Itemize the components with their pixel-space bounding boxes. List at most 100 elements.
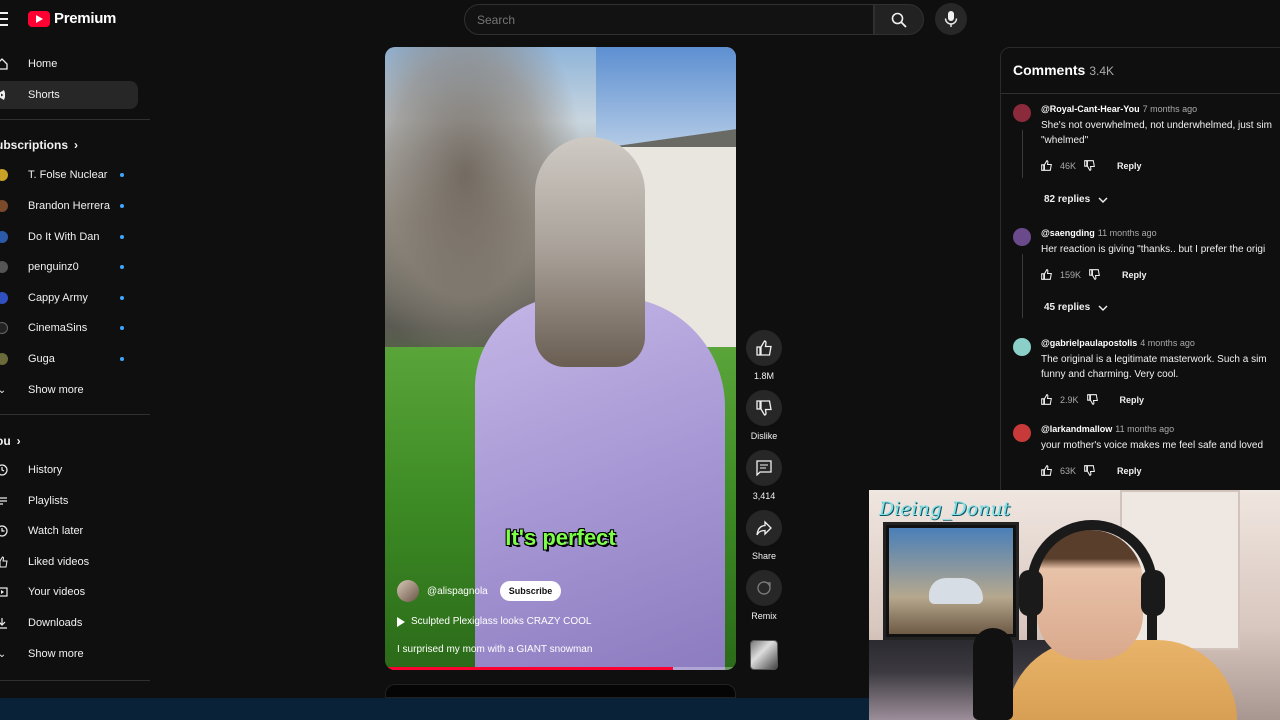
show-more-subscriptions[interactable]: ⌄ Show more [0, 376, 138, 404]
like-button[interactable] [746, 330, 782, 366]
sidebar-item-home[interactable]: Home [0, 50, 138, 78]
sidebar-item-your-videos[interactable]: Your videos [0, 578, 138, 606]
shorts-video-player[interactable]: It's perfect @alispagnola Subscribe Scul… [385, 47, 736, 670]
thumbs-down-icon[interactable] [1084, 160, 1095, 171]
headset-earcup [1141, 570, 1165, 616]
sidebar-item-subscription[interactable]: Cappy Army [0, 284, 138, 312]
new-content-dot [120, 296, 124, 300]
sidebar-item-downloads[interactable]: Downloads [0, 609, 138, 637]
sound-thumbnail[interactable] [750, 640, 778, 670]
video-description[interactable]: I surprised my mom with a GIANT snowman [397, 644, 592, 655]
comment-author[interactable]: @saengding 11 months ago [1041, 228, 1157, 238]
channel-name[interactable]: @alispagnola [427, 586, 488, 597]
reply-button[interactable]: Reply [1120, 395, 1145, 405]
reply-button[interactable]: Reply [1122, 270, 1147, 280]
sidebar-item-label: Cappy Army [28, 292, 88, 304]
sidebar-item-subscription[interactable]: Brandon Herrera [0, 192, 138, 220]
sidebar-item-subscription[interactable]: T. Folse Nuclear [0, 161, 138, 189]
sidebar-item-label: Your videos [28, 586, 86, 598]
subscriptions-heading[interactable]: ubscriptions › [0, 138, 78, 152]
sidebar-item-shorts[interactable]: Shorts [0, 81, 138, 109]
sidebar-item-label: History [28, 464, 63, 476]
new-content-dot [120, 357, 124, 361]
thumbs-down-icon[interactable] [1086, 394, 1098, 405]
dislike-label: Dislike [750, 431, 778, 441]
history-icon [0, 464, 8, 476]
voice-search-button[interactable] [935, 3, 967, 35]
reply-button[interactable]: Reply [1117, 466, 1142, 476]
dislike-button[interactable] [746, 390, 782, 426]
comment-avatar[interactable] [1013, 104, 1031, 122]
subscribe-button[interactable]: Subscribe [499, 581, 562, 601]
comment-author[interactable]: @Royal-Cant-Hear-You 7 months ago [1041, 104, 1197, 114]
sidebar-divider [0, 119, 150, 120]
like-action: 1.8M [740, 330, 788, 381]
play-icon [397, 616, 405, 627]
streamer-name-overlay: Dieing_Donut [879, 498, 1011, 520]
webcam-monitor-screen [889, 528, 1013, 634]
channel-avatar [0, 353, 8, 365]
sidebar-item-subscription[interactable]: Do It With Dan [0, 223, 138, 251]
menu-icon[interactable] [0, 12, 8, 26]
thumbs-up-icon[interactable] [1041, 465, 1052, 476]
comments-title: Comments [1013, 62, 1086, 78]
chevron-down-icon [1098, 305, 1108, 311]
sidebar-item-history[interactable]: History [0, 456, 138, 484]
channel-row: @alispagnola Subscribe [397, 580, 562, 602]
sidebar-divider [0, 414, 150, 415]
sidebar-item-label: Show more [28, 648, 84, 660]
shorts-icon [0, 89, 8, 101]
show-more-you[interactable]: ⌄ Show more [0, 640, 138, 668]
next-short-preview[interactable] [385, 684, 736, 698]
sidebar-item-playlists[interactable]: Playlists [0, 487, 138, 515]
search-box[interactable] [464, 4, 874, 35]
comments-button[interactable] [746, 450, 782, 486]
thumbs-down-icon[interactable] [1089, 269, 1100, 280]
comment-time: 4 months ago [1140, 338, 1195, 348]
thumbs-up-icon[interactable] [1041, 160, 1052, 171]
sidebar-item-label: Downloads [28, 617, 83, 629]
view-replies-button[interactable]: 45 replies [1044, 302, 1108, 313]
download-icon [0, 617, 8, 629]
comment-icon [756, 460, 772, 476]
thumbs-up-icon[interactable] [1041, 269, 1052, 280]
comment-actions: 63K Reply [1041, 465, 1142, 476]
sidebar: Home Shorts ubscriptions › T. Folse Nucl… [0, 48, 150, 720]
search-input[interactable] [465, 5, 873, 34]
comment-avatar[interactable] [1013, 338, 1031, 356]
sidebar-item-liked-videos[interactable]: Liked videos [0, 548, 138, 576]
search-button[interactable] [874, 4, 924, 35]
sidebar-item-label: T. Folse Nuclear [28, 169, 108, 181]
sidebar-item-label: Playlists [28, 495, 69, 507]
comment-avatar[interactable] [1013, 424, 1031, 442]
channel-avatar[interactable] [397, 580, 419, 602]
channel-avatar [0, 322, 8, 334]
reply-button[interactable]: Reply [1117, 161, 1142, 171]
remix-action: Remix [740, 570, 788, 621]
related-video-link[interactable]: Sculpted Plexiglass looks CRAZY COOL [397, 616, 591, 627]
view-replies-button[interactable]: 82 replies [1044, 194, 1108, 205]
comment-text: Her reaction is giving "thanks.. but I p… [1041, 244, 1266, 255]
sidebar-item-label: Do It With Dan [28, 231, 100, 243]
comment-author[interactable]: @gabrielpaulapostolis 4 months ago [1041, 338, 1195, 348]
sidebar-item-label: Brandon Herrera [28, 200, 110, 212]
you-heading[interactable]: ou › [0, 434, 21, 448]
comment-time: 7 months ago [1142, 104, 1198, 114]
youtube-logo[interactable]: Premium [28, 10, 116, 27]
sidebar-item-watch-later[interactable]: Watch later [0, 517, 138, 545]
share-button[interactable] [746, 510, 782, 546]
sidebar-item-subscription[interactable]: CinemaSins [0, 314, 138, 342]
thumbs-up-icon[interactable] [1041, 394, 1052, 405]
comment-author[interactable]: @larkandmallow 11 months ago [1041, 424, 1174, 434]
channel-avatar [0, 200, 8, 212]
sidebar-item-subscription[interactable]: penguinz0 [0, 253, 138, 281]
related-video-title: Sculpted Plexiglass looks CRAZY COOL [411, 616, 592, 627]
remix-button[interactable] [746, 570, 782, 606]
youtube-play-icon [28, 10, 50, 27]
share-label: Share [751, 551, 777, 561]
video-progress-bar[interactable] [385, 667, 736, 670]
thumbs-down-icon[interactable] [1084, 465, 1095, 476]
sidebar-item-subscription[interactable]: Guga [0, 345, 138, 373]
comment-avatar[interactable] [1013, 228, 1031, 246]
comment-time: 11 months ago [1097, 228, 1157, 238]
